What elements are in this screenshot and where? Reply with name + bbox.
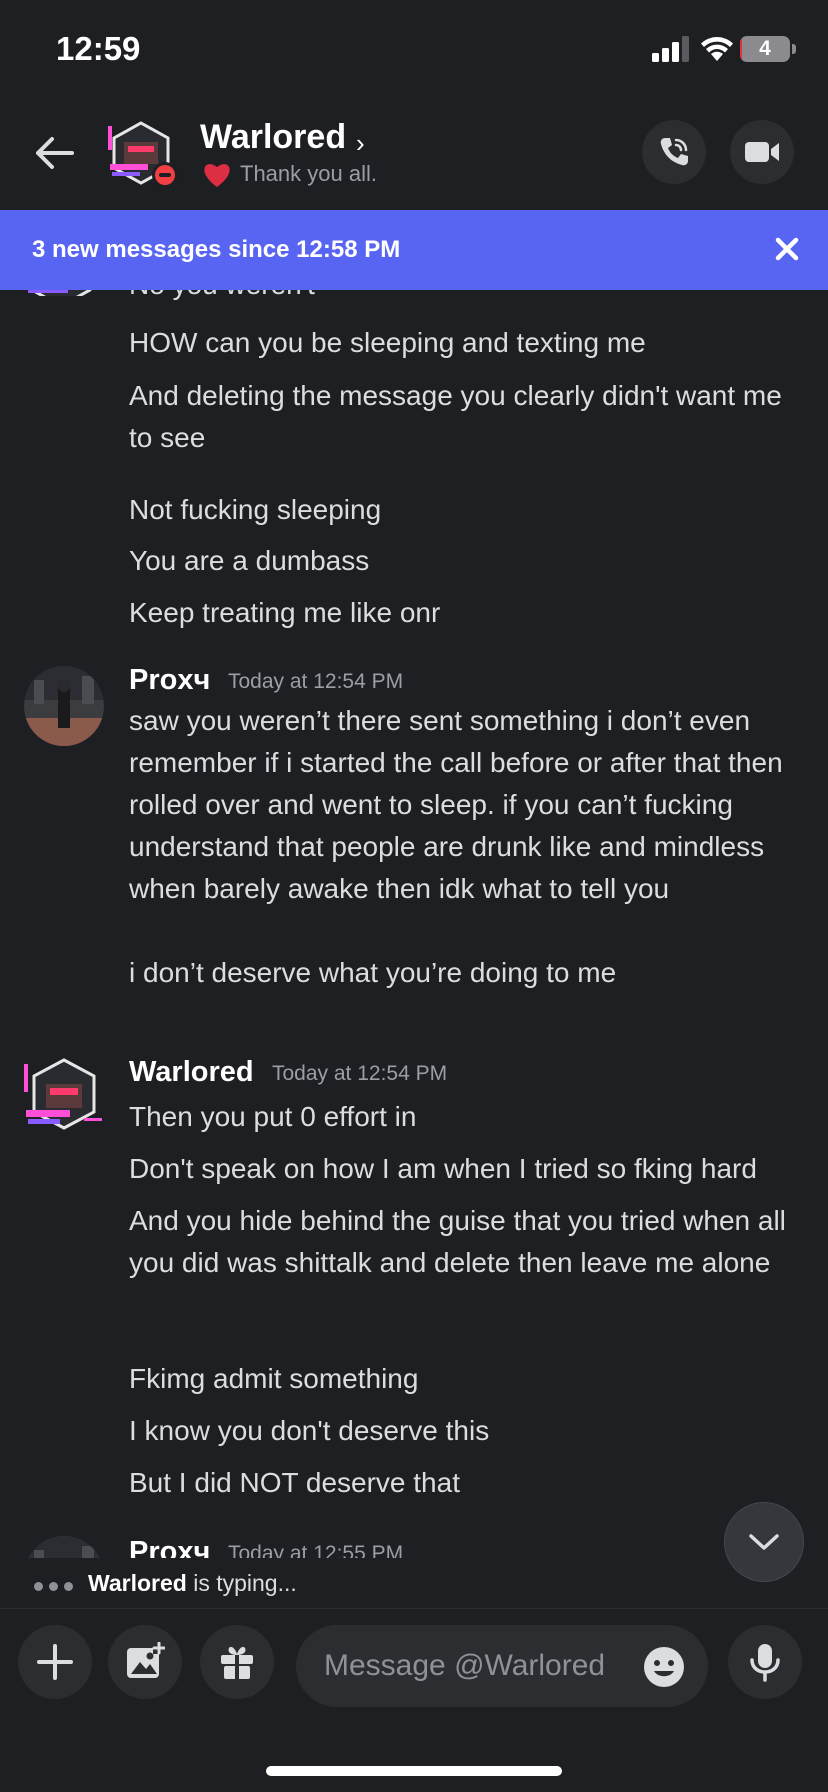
jump-to-bottom-button[interactable] xyxy=(724,1502,804,1582)
emoji-icon[interactable] xyxy=(642,1645,686,1689)
dm-header: Warlored › Thank you all. xyxy=(0,100,828,210)
close-icon[interactable] xyxy=(770,232,804,266)
typing-text: Warlored is typing... xyxy=(88,1570,297,1597)
message-timestamp: Today at 12:55 PM xyxy=(228,1542,404,1558)
new-messages-banner[interactable]: 3 new messages since 12:58 PM xyxy=(0,210,828,290)
heart-icon xyxy=(204,164,230,187)
status-time: 12:59 xyxy=(56,30,141,67)
header-username[interactable]: Warlored xyxy=(200,118,346,157)
phone-call-icon xyxy=(660,138,688,166)
custom-status: Thank you all. xyxy=(202,160,377,188)
typing-suffix: is typing... xyxy=(186,1570,297,1596)
message-line[interactable]: saw you weren’t there sent something i d… xyxy=(129,700,809,910)
cellular-signal-icon xyxy=(652,36,689,62)
avatar[interactable] xyxy=(24,666,104,746)
message-line[interactable]: Fkimg admit something xyxy=(129,1358,809,1400)
message-line[interactable]: And you hide behind the guise that you t… xyxy=(129,1200,809,1284)
message-author[interactable]: Proxч xyxy=(129,1536,210,1558)
home-indicator xyxy=(266,1766,562,1776)
image-icon xyxy=(127,1642,165,1678)
message-line[interactable]: No you weren't xyxy=(129,290,809,306)
message-timestamp: Today at 12:54 PM xyxy=(228,670,404,693)
plus-icon xyxy=(37,1644,73,1680)
typing-indicator: Warlored is typing... xyxy=(0,1558,828,1608)
avatar[interactable] xyxy=(20,290,102,296)
wifi-icon xyxy=(701,37,733,61)
message-line[interactable]: Keep treating me like onr xyxy=(129,592,809,634)
message-list: No you weren't HOW can you be sleeping a… xyxy=(0,290,828,1558)
message-line[interactable]: I know you don't deserve this xyxy=(129,1410,809,1452)
message-author[interactable]: Warlored xyxy=(129,1056,254,1089)
message-line[interactable]: But I did NOT deserve that xyxy=(129,1462,809,1504)
gift-icon xyxy=(221,1646,253,1679)
gallery-button[interactable] xyxy=(108,1625,182,1699)
battery-icon: 4 xyxy=(740,36,790,62)
dnd-status-icon xyxy=(152,162,178,188)
microphone-icon xyxy=(750,1644,780,1682)
battery-text: 4 xyxy=(759,37,771,60)
message-line[interactable]: You are a dumbass xyxy=(129,540,809,582)
video-call-button[interactable] xyxy=(730,120,794,184)
gift-button[interactable] xyxy=(200,1625,274,1699)
message-line[interactable]: Then you put 0 effort in xyxy=(129,1096,809,1138)
typing-user: Warlored xyxy=(88,1570,187,1596)
chevron-down-icon xyxy=(749,1534,779,1550)
message-author[interactable]: Proxч xyxy=(129,664,210,697)
message-line[interactable]: Don't speak on how I am when I tried so … xyxy=(129,1148,809,1190)
message-composer xyxy=(0,1608,828,1792)
custom-status-text: Thank you all. xyxy=(240,161,377,186)
status-bar: 12:59 4 xyxy=(0,0,828,100)
message-line[interactable]: i don’t deserve what you’re doing to me xyxy=(129,952,809,994)
add-attachment-button[interactable] xyxy=(18,1625,92,1699)
typing-dots-icon xyxy=(34,1582,73,1591)
avatar[interactable] xyxy=(24,1056,104,1136)
message-line[interactable]: And deleting the message you clearly did… xyxy=(129,375,809,459)
chevron-right-icon[interactable]: › xyxy=(356,128,365,159)
battery-nub xyxy=(792,44,796,54)
voice-call-button[interactable] xyxy=(642,120,706,184)
message-line[interactable]: Not fucking sleeping xyxy=(129,489,809,531)
message-timestamp: Today at 12:54 PM xyxy=(272,1062,448,1085)
message-line[interactable]: HOW can you be sleeping and texting me xyxy=(129,322,809,364)
video-camera-icon xyxy=(745,142,779,162)
back-arrow-icon[interactable] xyxy=(30,128,80,178)
avatar[interactable] xyxy=(24,1536,104,1558)
voice-message-button[interactable] xyxy=(728,1625,802,1699)
new-messages-text: 3 new messages since 12:58 PM xyxy=(32,236,401,263)
